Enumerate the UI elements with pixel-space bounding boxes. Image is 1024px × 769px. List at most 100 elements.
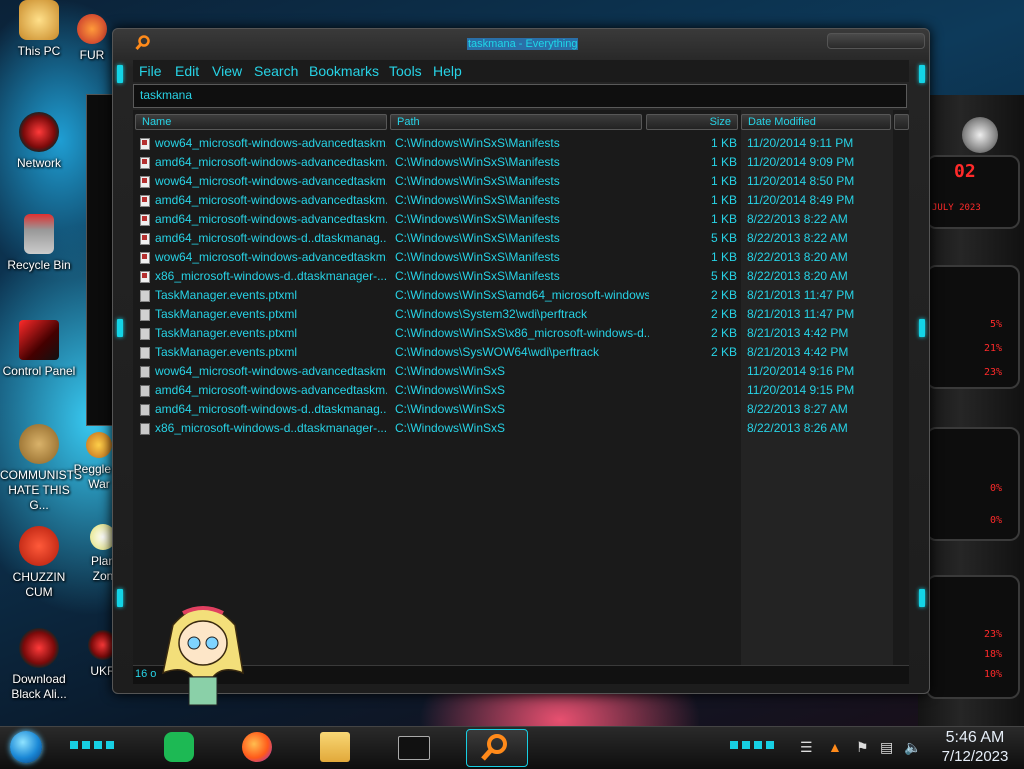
cell-date-modified: 8/22/2013 8:20 AM	[747, 250, 848, 264]
table-row[interactable]: amd64_microsoft-windows-advancedtaskm...…	[133, 153, 909, 172]
cell-path: C:\Windows\WinSxS\Manifests	[395, 250, 560, 264]
desktop-icon-chuzzin[interactable]: CHUZZIN CUM	[0, 526, 78, 600]
this-pc-icon	[19, 0, 59, 40]
table-row[interactable]: wow64_microsoft-windows-advancedtaskm...…	[133, 172, 909, 191]
manifest-file-icon	[140, 176, 150, 188]
menu-search[interactable]: Search	[254, 63, 298, 79]
cell-name: wow64_microsoft-windows-advancedtaskm...	[155, 136, 387, 150]
cell-size: 5 KB	[710, 231, 737, 245]
vlc-tray-icon[interactable]: ▲	[828, 739, 842, 755]
title-bar[interactable]: taskmana - Everything	[113, 29, 929, 57]
menu-tools[interactable]: Tools	[389, 63, 422, 79]
column-header-name[interactable]: Name	[135, 114, 387, 130]
cmd-icon[interactable]	[398, 736, 430, 760]
column-header-size[interactable]: Size	[646, 114, 738, 130]
spotify-icon[interactable]	[164, 732, 194, 762]
desktop-icon-label: COMMUNISTS HATE THIS G...	[0, 468, 82, 512]
table-row[interactable]: amd64_microsoft-windows-d..dtaskmanag...…	[133, 400, 909, 419]
desktop-icon-label: Control Panel	[2, 364, 76, 378]
table-row[interactable]: amd64_microsoft-windows-advancedtaskm...…	[133, 210, 909, 229]
chuzzle-icon	[19, 526, 59, 566]
cell-size: 1 KB	[710, 174, 737, 188]
desktop-icon-recycle-bin[interactable]: Recycle Bin	[0, 214, 78, 273]
money-bag-icon	[19, 424, 59, 464]
xml-file-icon	[140, 309, 150, 321]
desktop-icon-control-panel[interactable]: Control Panel	[0, 320, 78, 379]
show-hidden-icons-icon[interactable]: ☰	[800, 739, 813, 756]
cell-date-modified: 8/21/2013 4:42 PM	[747, 326, 849, 340]
column-header-path[interactable]: Path	[390, 114, 642, 130]
action-center-flag-icon[interactable]: ⚑	[856, 739, 869, 756]
table-row[interactable]: TaskManager.events.ptxml C:\Windows\WinSx…	[133, 324, 909, 343]
volume-icon[interactable]: 🔈	[904, 739, 921, 756]
frame-accent-icon	[117, 65, 123, 83]
cell-name: x86_microsoft-windows-d..dtaskmanager-..…	[155, 421, 387, 435]
everything-search-icon[interactable]	[480, 732, 510, 762]
stat-value: 0%	[989, 483, 1002, 494]
cell-path: C:\Windows\WinSxS\x86_microsoft-windows-…	[395, 326, 649, 340]
cell-name: x86_microsoft-windows-d..dtaskmanager-..…	[155, 269, 387, 283]
clock[interactable]: 5:46 AM 7/12/2023	[930, 729, 1020, 767]
search-box	[133, 84, 907, 108]
manifest-file-icon	[140, 271, 150, 283]
cell-path: C:\Windows\SysWOW64\wdi\perftrack	[395, 345, 600, 359]
frame-accent-icon	[117, 319, 123, 337]
firefox-icon[interactable]	[242, 732, 272, 762]
table-row[interactable]: amd64_microsoft-windows-advancedtaskm...…	[133, 191, 909, 210]
file-explorer-icon[interactable]	[320, 732, 350, 762]
search-input[interactable]	[134, 85, 906, 105]
window-controls[interactable]	[827, 33, 925, 49]
cell-date-modified: 11/20/2014 9:16 PM	[747, 364, 855, 378]
cell-name: TaskManager.events.ptxml	[155, 307, 298, 321]
cell-path: C:\Windows\WinSxS\Manifests	[395, 231, 560, 245]
menu-edit[interactable]: Edit	[175, 63, 199, 79]
table-row[interactable]: x86_microsoft-windows-d..dtaskmanager-..…	[133, 267, 909, 286]
table-row[interactable]: wow64_microsoft-windows-advancedtaskm...…	[133, 134, 909, 153]
memory-widget: 23% 18% 10%	[926, 575, 1020, 699]
date-widget: 02 JULY 2023	[926, 155, 1020, 229]
stat-value: 10%	[983, 669, 1002, 680]
cell-path: C:\Windows\WinSxS\amd64_microsoft-window…	[395, 288, 649, 302]
desktop-icon-label: CHUZZIN CUM	[12, 570, 66, 599]
column-header-date-modified[interactable]: Date Modified	[741, 114, 891, 130]
menu-bookmarks[interactable]: Bookmarks	[309, 63, 379, 79]
menu-view[interactable]: View	[212, 63, 242, 79]
cell-name: wow64_microsoft-windows-advancedtaskm...	[155, 364, 387, 378]
desktop-icon-download-black-ali[interactable]: Download Black Ali...	[0, 628, 78, 702]
menu-file[interactable]: File	[139, 63, 162, 79]
table-row[interactable]: x86_microsoft-windows-d..dtaskmanager-..…	[133, 419, 909, 438]
cell-name: TaskManager.events.ptxml	[155, 345, 298, 359]
widget-date-number: 02	[954, 161, 976, 182]
cell-name: wow64_microsoft-windows-advancedtaskm...	[155, 174, 387, 188]
search-icon	[135, 35, 150, 51]
alienware-icon	[19, 628, 59, 668]
stat-value: 23%	[983, 367, 1002, 378]
start-button[interactable]	[10, 731, 42, 763]
desktop-icon-label: Network	[16, 156, 61, 170]
table-row[interactable]: wow64_microsoft-windows-advancedtaskm...…	[133, 248, 909, 267]
desktop-icon-communists[interactable]: COMMUNISTS HATE THIS G...	[0, 424, 82, 513]
cell-path: C:\Windows\WinSxS\Manifests	[395, 269, 560, 283]
table-row[interactable]: TaskManager.events.ptxml C:\Windows\SysWO…	[133, 343, 909, 362]
network-tray-icon[interactable]: ▤	[880, 739, 893, 756]
cell-path: C:\Windows\WinSxS\Manifests	[395, 155, 560, 169]
cell-path: C:\Windows\WinSxS\Manifests	[395, 212, 560, 226]
table-row[interactable]: wow64_microsoft-windows-advancedtaskm...…	[133, 362, 909, 381]
cell-size: 5 KB	[710, 269, 737, 283]
menu-help[interactable]: Help	[433, 63, 462, 79]
folder-icon	[140, 423, 150, 435]
table-row[interactable]: TaskManager.events.ptxml C:\Windows\Syste…	[133, 305, 909, 324]
table-row[interactable]: TaskManager.events.ptxml C:\Windows\WinSx…	[133, 286, 909, 305]
table-row[interactable]: amd64_microsoft-windows-d..dtaskmanag...…	[133, 229, 909, 248]
cell-date-modified: 8/22/2013 8:26 AM	[747, 421, 848, 435]
cell-date-modified: 11/20/2014 9:15 PM	[747, 383, 855, 397]
cell-size: 2 KB	[710, 307, 737, 321]
frame-accent-icon	[919, 589, 925, 607]
column-header-extra[interactable]	[894, 114, 909, 130]
desktop-icon-label: Recycle Bin	[7, 258, 71, 272]
table-row[interactable]: amd64_microsoft-windows-advancedtaskm...…	[133, 381, 909, 400]
cell-name: wow64_microsoft-windows-advancedtaskm...	[155, 250, 387, 264]
cell-size: 2 KB	[710, 345, 737, 359]
manifest-file-icon	[140, 233, 150, 245]
desktop-icon-network[interactable]: Network	[0, 112, 78, 171]
